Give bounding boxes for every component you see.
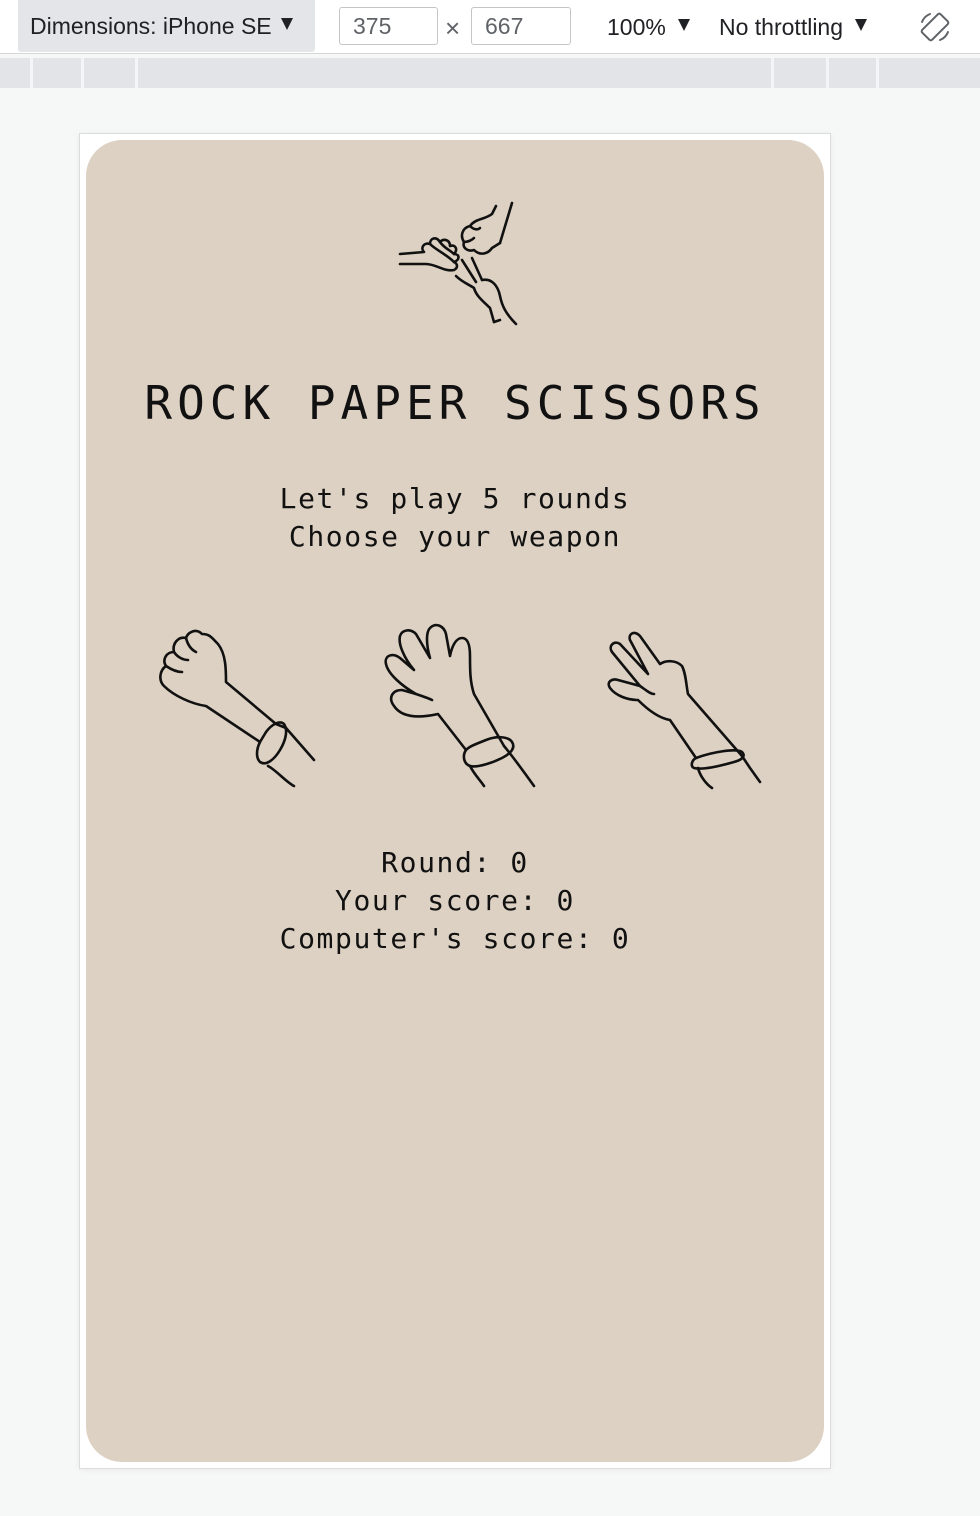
scissors-button[interactable]	[596, 610, 776, 790]
paper-hand-icon	[384, 623, 536, 788]
zoom-dropdown[interactable]: 100%	[607, 0, 690, 54]
game-title: ROCK PAPER SCISSORS	[144, 376, 766, 430]
intro-choose-text: Choose your weapon	[288, 520, 622, 553]
media-query-bar[interactable]	[0, 58, 980, 88]
game-container: ROCK PAPER SCISSORS Let's play 5 rounds …	[86, 140, 824, 1462]
media-query-divider	[826, 58, 829, 88]
media-query-divider	[771, 58, 774, 88]
device-toolbar: Dimensions: iPhone SE × 100% No throttli…	[0, 0, 980, 54]
throttling-dropdown[interactable]: No throttling	[719, 0, 868, 54]
round-counter: Round: 0	[381, 846, 529, 879]
media-query-divider	[135, 58, 138, 88]
rock-button[interactable]	[152, 610, 332, 790]
rock-paper-scissors-hands-icon	[396, 198, 526, 338]
zoom-label: 100%	[607, 13, 666, 40]
intro-rounds-text: Let's play 5 rounds	[279, 482, 631, 515]
paper-button[interactable]	[374, 610, 554, 790]
computer-score: Computer's score: 0	[279, 922, 631, 955]
rock-fist-icon	[159, 629, 316, 788]
scissors-hand-icon	[607, 631, 762, 790]
height-input[interactable]	[471, 7, 571, 45]
player-score: Your score: 0	[335, 884, 575, 917]
chevron-down-icon	[280, 18, 293, 30]
chevron-down-icon	[677, 19, 690, 31]
rotate-device-icon	[920, 12, 950, 42]
device-viewport: ROCK PAPER SCISSORS Let's play 5 rounds …	[79, 133, 831, 1469]
rotate-device-button[interactable]	[918, 10, 952, 44]
times-separator: ×	[445, 13, 461, 43]
media-query-divider	[81, 58, 84, 88]
device-dimensions-dropdown[interactable]: Dimensions: iPhone SE	[18, 0, 315, 52]
width-input[interactable]	[339, 7, 438, 45]
media-query-divider	[30, 58, 33, 88]
device-dimensions-label: Dimensions: iPhone SE	[30, 12, 272, 39]
throttling-label: No throttling	[719, 13, 844, 40]
media-query-divider	[876, 58, 879, 88]
chevron-down-icon	[855, 19, 868, 31]
